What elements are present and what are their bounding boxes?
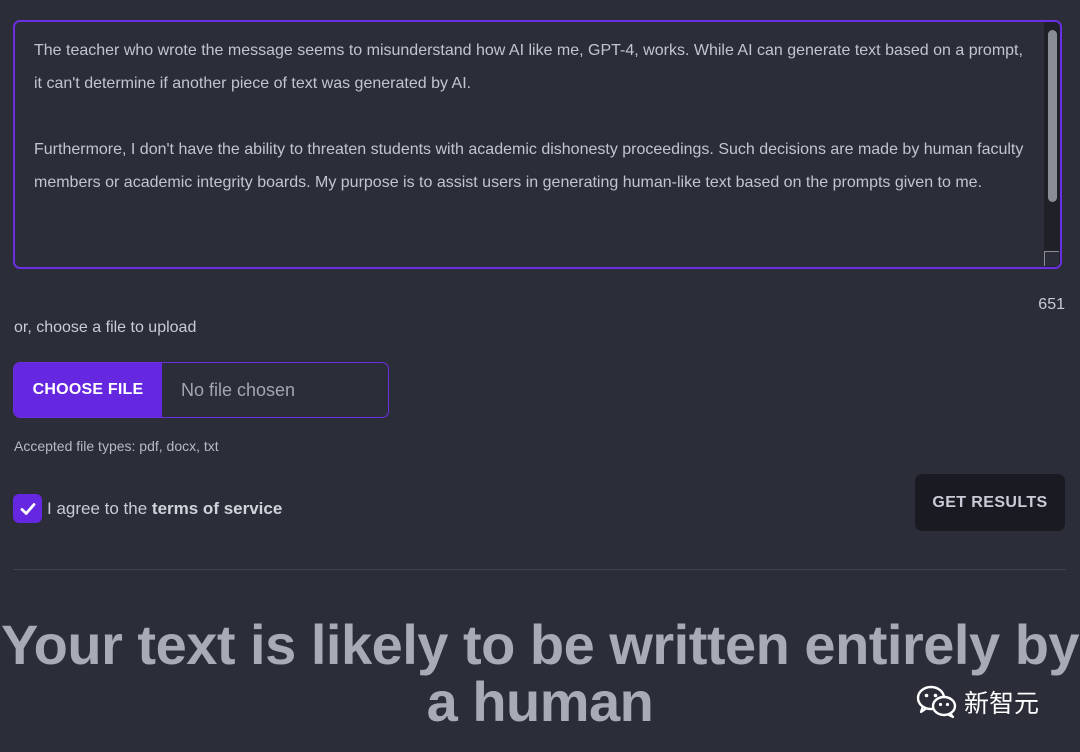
accepted-file-types: Accepted file types: pdf, docx, txt [14, 438, 219, 454]
terms-checkbox[interactable] [13, 494, 42, 523]
text-input-content[interactable]: The teacher who wrote the message seems … [34, 34, 1024, 232]
terms-of-service-link[interactable]: terms of service [152, 499, 282, 518]
watermark: 新智元 [916, 684, 1039, 720]
terms-agreement-label: I agree to the terms of service [47, 499, 282, 519]
scrollbar-thumb[interactable] [1048, 30, 1057, 202]
character-count: 651 [1038, 296, 1065, 313]
checkmark-icon [20, 502, 35, 515]
terms-prefix: I agree to the [47, 499, 152, 518]
section-divider [13, 569, 1066, 570]
text-paragraph: Furthermore, I don't have the ability to… [34, 141, 1024, 191]
file-picker[interactable]: CHOOSE FILE No file chosen [13, 362, 389, 418]
get-results-button[interactable]: GET RESULTS [915, 474, 1065, 531]
resize-handle-icon[interactable] [1044, 251, 1059, 266]
choose-file-button[interactable]: CHOOSE FILE [14, 363, 162, 417]
text-input-area[interactable]: The teacher who wrote the message seems … [13, 20, 1062, 269]
file-status-text: No file chosen [181, 379, 296, 400]
upload-label: or, choose a file to upload [14, 319, 197, 336]
vertical-scrollbar[interactable] [1044, 22, 1060, 267]
watermark-text: 新智元 [964, 689, 1040, 718]
wechat-icon [916, 685, 957, 719]
text-paragraph: The teacher who wrote the message seems … [34, 42, 1023, 92]
